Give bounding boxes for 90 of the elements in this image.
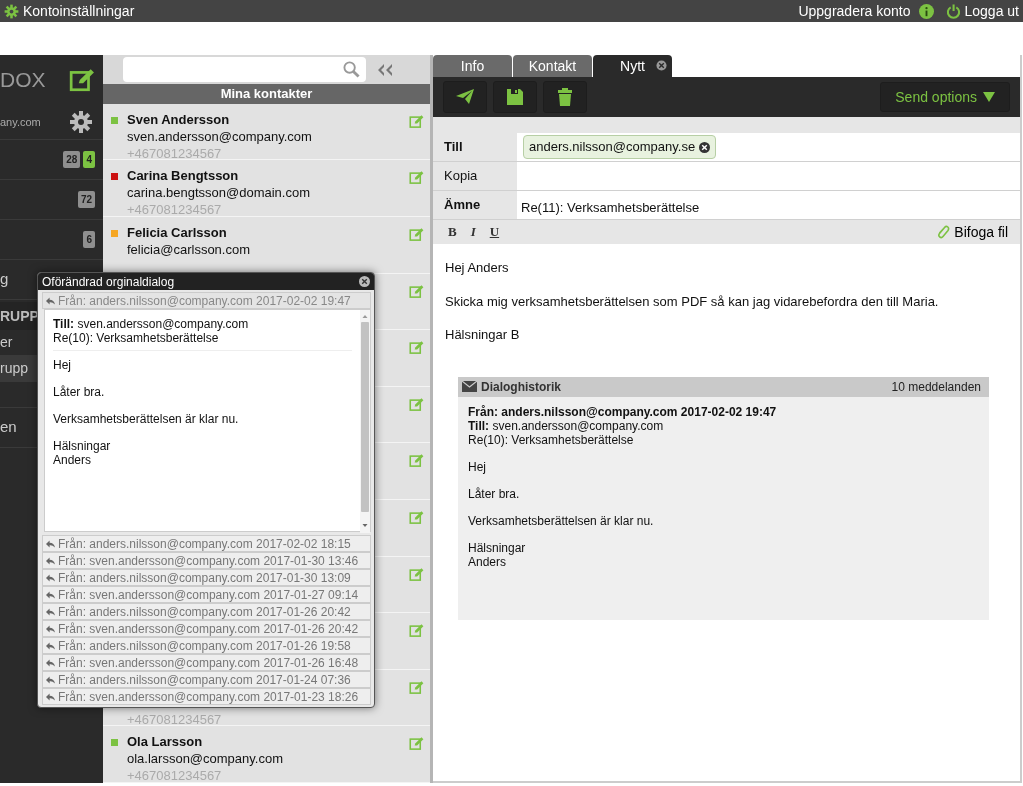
list-header: Mina kontakter xyxy=(103,84,430,104)
search-field[interactable] xyxy=(123,57,366,83)
send-options-button[interactable]: Send options xyxy=(880,82,1010,112)
bold-button[interactable]: B xyxy=(445,222,460,242)
message-text: Verksamhetsberättelsen är klar nu. xyxy=(53,412,240,426)
message-text: Hälsningar Anders xyxy=(468,540,527,569)
message-header[interactable]: Från: anders.nilsson@company.com 2017-01-26 19:58 xyxy=(42,637,371,654)
message-text: Hälsningar Anders xyxy=(53,439,112,467)
tab[interactable]: Info xyxy=(433,55,512,77)
input-field[interactable]: Re(11): Verksamhetsberättelse xyxy=(517,191,1020,219)
field-label: Ämne xyxy=(443,196,482,215)
field-label: Till xyxy=(443,138,464,157)
folder-item[interactable]: 28 4 xyxy=(0,140,103,180)
send-button[interactable] xyxy=(443,81,487,113)
scrollbar[interactable] xyxy=(360,310,370,533)
info-icon[interactable] xyxy=(918,3,934,19)
delete-icon xyxy=(555,87,575,107)
paperclip-icon xyxy=(936,224,951,240)
message-text: Verksamhetsberättelsen är klar nu. xyxy=(468,513,655,528)
message-subject: Re(10): Verksamhetsberättelse xyxy=(53,331,220,345)
message-to: Till: sven.andersson@company.com xyxy=(468,418,664,433)
message-from: Från: anders.nilsson@company.com 2017-02-02 19:47 xyxy=(468,404,778,419)
settings-icon[interactable] xyxy=(69,110,93,134)
italic-button[interactable]: I xyxy=(467,222,479,242)
tab[interactable]: Kontakt xyxy=(513,55,592,77)
count-badge: 4 xyxy=(83,151,95,168)
contact-phone: +467081234567 xyxy=(127,710,223,726)
body-text: Hälsningar B xyxy=(445,326,521,344)
contact-name: Carina Bengtsson xyxy=(127,168,240,185)
close-icon[interactable] xyxy=(656,60,667,71)
remove-icon[interactable] xyxy=(699,141,711,153)
collapse-icon[interactable] xyxy=(376,62,394,77)
message-header[interactable]: Från: anders.nilsson@company.com 2017-02-02 19:47 xyxy=(42,292,371,309)
message-text: Hej xyxy=(53,358,72,372)
message-header[interactable]: Från: anders.nilsson@company.com 2017-01-24 07:36 xyxy=(42,671,371,688)
message-text: Låter bra. xyxy=(53,385,106,399)
top-bar-title[interactable]: Kontoinställningar xyxy=(23,0,135,22)
dialog-title: Oförändrad orginaldialog xyxy=(42,273,175,291)
message-subject: Re(10): Verksamhetsberättelse xyxy=(468,432,634,447)
history-title: Dialoghistorik xyxy=(481,378,561,396)
tab[interactable]: Nytt xyxy=(593,55,672,77)
delete-button[interactable] xyxy=(543,81,587,113)
attach-button[interactable]: Bifoga fil xyxy=(936,221,1008,243)
contact-name: Sven Andersson xyxy=(127,111,231,128)
contact-phone: +467081234567 xyxy=(127,767,223,782)
input-field[interactable]: anders.nilsson@company.se xyxy=(517,133,1020,161)
message-text: Låter bra. xyxy=(468,486,521,501)
save-icon xyxy=(505,87,525,107)
edit-icon[interactable] xyxy=(69,67,95,93)
input-field[interactable] xyxy=(517,162,1020,190)
caret-icon xyxy=(983,92,995,102)
message-header[interactable]: Från: anders.nilsson@company.com 2017-01-26 20:42 xyxy=(42,603,371,620)
message-header[interactable]: Från: sven.andersson@company.com 2017-01-23 18:26 xyxy=(42,688,371,705)
underline-button[interactable]: U xyxy=(486,222,503,242)
count-badge: 6 xyxy=(83,231,95,248)
account-email: any.com xyxy=(0,114,41,130)
message-header[interactable]: Från: sven.andersson@company.com 2017-01-26 20:42 xyxy=(42,620,371,637)
settings-icon[interactable] xyxy=(4,3,19,19)
envelope-icon xyxy=(462,381,477,392)
body-text: Hej Anders xyxy=(445,259,510,277)
body-text: Skicka mig verksamhetsberättelsen som PDF så kan jag vidarebefordra den till Maria. xyxy=(445,292,940,311)
save-button[interactable] xyxy=(493,81,537,113)
message-text: Hej xyxy=(468,459,487,474)
folder-label: g xyxy=(0,269,9,290)
contact-phone: +467081234567 xyxy=(127,144,223,160)
message-count: 10 meddelanden xyxy=(891,378,981,396)
count-badge: 28 xyxy=(63,151,81,168)
power-icon[interactable] xyxy=(945,3,961,19)
logout-link[interactable]: Logga ut xyxy=(964,0,1019,22)
brand-name: DOX xyxy=(0,67,46,94)
reply-icon xyxy=(46,296,55,305)
contact-email: felicia@carlsson.com xyxy=(127,241,251,259)
close-icon[interactable] xyxy=(359,276,370,287)
contact-name: Felicia Carlsson xyxy=(127,225,228,242)
contact-email: sven.andersson@company.com xyxy=(127,127,313,145)
contact-phone: +467081234567 xyxy=(127,201,223,217)
upgrade-link[interactable]: Uppgradera konto xyxy=(798,0,911,22)
contact-name: Ola Larsson xyxy=(127,734,204,751)
message-header[interactable]: Från: sven.andersson@company.com 2017-01-30 13:46 xyxy=(42,552,371,569)
field-label: Kopia xyxy=(443,167,479,186)
contact-email: ola.larsson@company.com xyxy=(127,750,285,768)
count-badge: 72 xyxy=(77,191,95,208)
recipient-chip[interactable]: anders.nilsson@company.se xyxy=(523,135,717,159)
message-header[interactable]: Från: anders.nilsson@company.com 2017-01-30 13:09 xyxy=(42,569,371,586)
contact-email: carina.bengtsson@domain.com xyxy=(127,184,311,202)
folder-label: en xyxy=(0,417,17,438)
message-header[interactable]: Från: sven.andersson@company.com 2017-01-26 16:48 xyxy=(42,654,371,671)
message-header[interactable]: Från: sven.andersson@company.com 2017-01-27 09:14 xyxy=(42,586,371,603)
search-icon xyxy=(343,61,360,79)
message-header[interactable]: Från: anders.nilsson@company.com 2017-02-02 18:15 xyxy=(42,535,371,552)
